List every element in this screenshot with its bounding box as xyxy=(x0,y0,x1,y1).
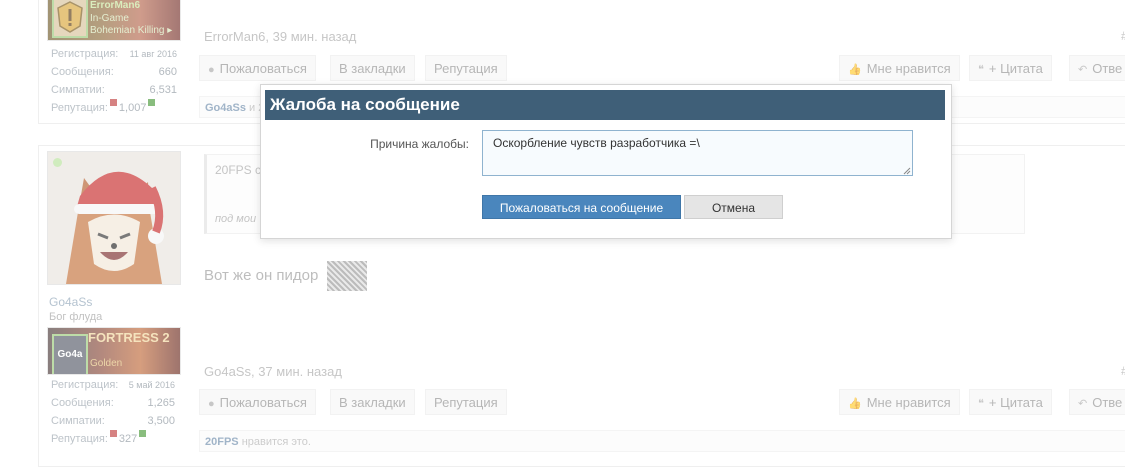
banner-avatar-label: Go4a xyxy=(57,349,83,360)
stat-likes: Симпатии: 3,500 xyxy=(51,415,175,427)
thread-page: ErrorMan6 In-Game Bohemian Killing ▸ Рег… xyxy=(0,0,1125,467)
resize-handle-icon[interactable] xyxy=(903,167,911,175)
rep-plus-icon[interactable] xyxy=(148,99,156,106)
post-meta[interactable]: Go4aSs, 37 мин. назад xyxy=(204,364,342,379)
message-text: Вот же он пидор xyxy=(204,261,367,291)
meme-face-emoticon-icon xyxy=(326,261,367,291)
alert-circle-icon: ● xyxy=(208,398,215,410)
online-status-icon xyxy=(53,158,62,167)
fox-santa-avatar-image xyxy=(48,152,180,284)
banner-username: ErrorMan6 xyxy=(90,0,141,11)
quote-icon: ❝ xyxy=(978,398,984,410)
quote-button[interactable]: ❝ + Цитата xyxy=(969,389,1052,415)
bookmark-button[interactable]: В закладки xyxy=(330,389,415,415)
rep-minus-icon[interactable] xyxy=(109,430,117,437)
banner-game: Bohemian Killing ▸ xyxy=(90,25,173,36)
stat-likes: Симпатии: 6,531 xyxy=(51,84,177,96)
stat-messages: Сообщения: 660 xyxy=(51,66,177,78)
stat-reputation: Репутация: 327 xyxy=(51,430,175,448)
message-user-info: ErrorMan6 In-Game Bohemian Killing ▸ Рег… xyxy=(47,0,181,121)
quote-caption: под мои xyxy=(215,213,257,225)
user-banner: FORTRESS 2 Go4a Golden xyxy=(47,327,181,375)
post-actions: ● Пожаловаться В закладки Репутация 👍 Мне … xyxy=(199,389,1125,415)
post-actions: ● Пожаловаться В закладки Репутация 👍 Мне … xyxy=(199,55,1125,81)
reputation-button[interactable]: Репутация xyxy=(425,389,507,415)
post-permalink[interactable]: # xyxy=(1121,29,1125,43)
stat-messages: Сообщения: 1,265 xyxy=(51,397,175,409)
rep-plus-icon[interactable] xyxy=(139,430,147,437)
like-button[interactable]: 👍 Мне нравится xyxy=(839,389,960,415)
banner-status: Golden xyxy=(90,358,123,369)
reason-textarea[interactable]: Оскорбление чувств разработчика =\ xyxy=(482,130,913,176)
report-button[interactable]: ● Пожаловаться xyxy=(199,55,316,81)
bookmark-button[interactable]: В закладки xyxy=(330,55,415,81)
reply-button[interactable]: ↶ Отве xyxy=(1069,55,1125,81)
thumbs-up-icon: 👍 xyxy=(848,398,862,410)
reply-arrow-icon: ↶ xyxy=(1078,64,1088,76)
post-permalink[interactable]: # xyxy=(1121,364,1125,378)
thumbs-up-icon: 👍 xyxy=(848,64,862,76)
reply-arrow-icon: ↶ xyxy=(1078,398,1088,410)
rep-minus-icon[interactable] xyxy=(109,99,117,106)
liker-link[interactable]: 20FPS xyxy=(205,436,239,448)
reply-button[interactable]: ↶ Отве xyxy=(1069,389,1125,415)
like-button[interactable]: 👍 Мне нравится xyxy=(839,55,960,81)
message-user-info: Go4aSs Бог флуда FORTRESS 2 Go4a Golden … xyxy=(47,151,181,445)
banner-game-title: FORTRESS 2 xyxy=(88,330,170,345)
stat-registration: Регистрация: 11 авг 2016 xyxy=(51,48,177,60)
likes-summary: 20FPS нравится это. xyxy=(199,430,1125,452)
submit-report-button[interactable]: Пожаловаться на сообщение xyxy=(482,195,681,219)
username-link[interactable]: Go4aSs xyxy=(49,295,92,309)
quote-icon: ❝ xyxy=(978,64,984,76)
quote-text: 20FPS ск xyxy=(215,163,267,177)
quote-button[interactable]: ❝ + Цитата xyxy=(969,55,1052,81)
liker-link[interactable]: Go4aSs xyxy=(205,102,246,114)
post-meta[interactable]: ErrorMan6, 39 мин. назад xyxy=(204,29,356,44)
user-avatar[interactable] xyxy=(47,151,181,285)
stat-reputation: Репутация: 1,007 xyxy=(51,99,177,117)
user-banner: ErrorMan6 In-Game Bohemian Killing ▸ xyxy=(47,0,181,41)
user-banner-avatar: Go4a xyxy=(52,334,88,374)
banner-status: In-Game xyxy=(90,13,129,24)
user-stats: Регистрация: 5 май 2016 Сообщения: 1,265… xyxy=(47,376,179,448)
user-avatar[interactable] xyxy=(52,0,88,38)
user-title: Бог флуда xyxy=(49,311,103,323)
report-button[interactable]: ● Пожаловаться xyxy=(199,389,316,415)
dialog-title: Жалоба на сообщение xyxy=(265,90,945,120)
warning-shield-icon xyxy=(57,1,83,33)
stat-registration: Регистрация: 5 май 2016 xyxy=(51,379,175,391)
alert-circle-icon: ● xyxy=(208,64,215,76)
report-dialog: Жалоба на сообщение Причина жалобы: Оско… xyxy=(260,84,952,239)
reason-label: Причина жалобы: xyxy=(370,137,469,151)
user-stats: Регистрация: 11 авг 2016 Сообщения: 660 … xyxy=(47,45,181,117)
reputation-button[interactable]: Репутация xyxy=(425,55,507,81)
cancel-button[interactable]: Отмена xyxy=(684,195,783,219)
